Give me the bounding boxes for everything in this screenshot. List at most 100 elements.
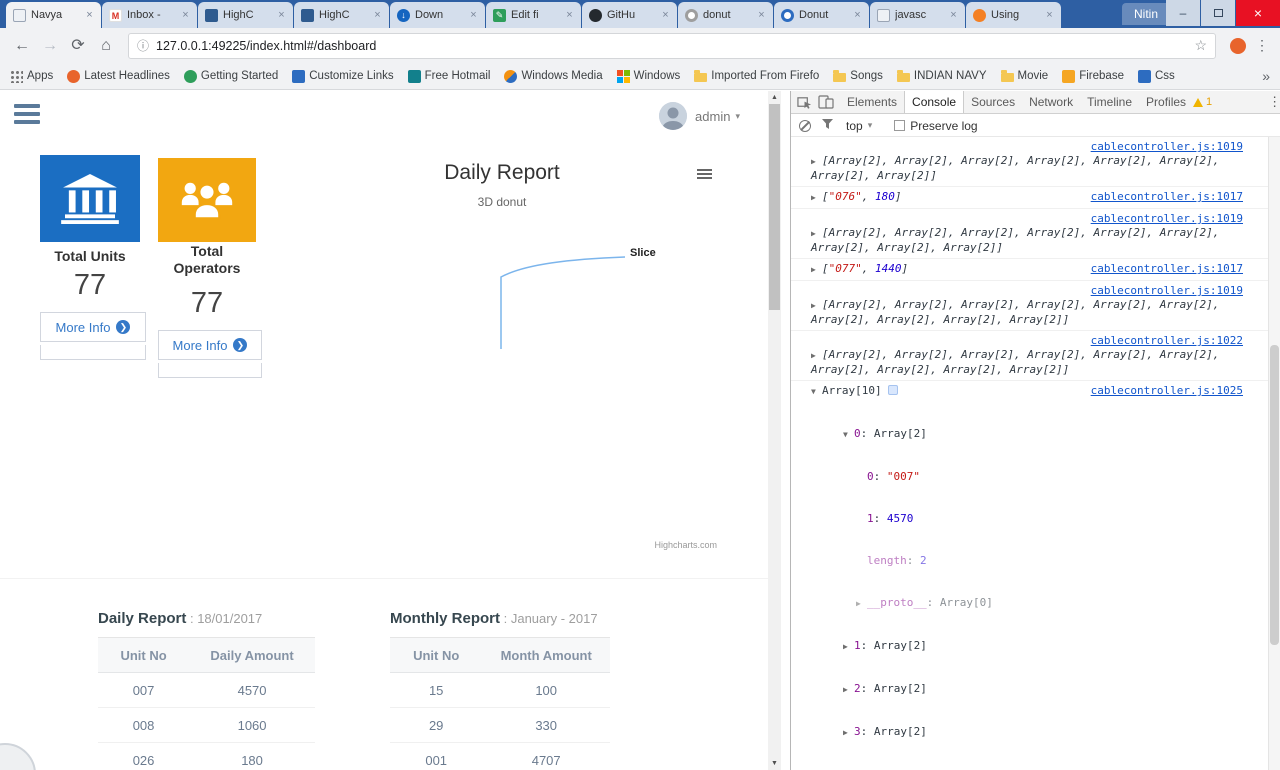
extension-icon[interactable] [1230,37,1246,54]
devtools-scrollbar[interactable] [1268,137,1280,770]
bookmark-windows-media[interactable]: Windows Media [504,69,603,83]
clear-console-icon[interactable] [799,119,811,132]
bookmark-firebase[interactable]: Firebase [1062,69,1124,83]
bookmark-getting-started[interactable]: Getting Started [183,69,278,83]
bookmark-windows[interactable]: Windows [616,69,680,83]
disclosure-triangle-icon[interactable] [843,428,854,442]
bookmarks-overflow-chevron[interactable]: » [1262,68,1270,84]
scrollbar-thumb[interactable] [769,104,780,310]
sidebar-toggle-button[interactable] [14,104,40,128]
console-source-link[interactable]: cablecontroller.js:1025 [1091,384,1243,398]
tab-close-icon[interactable]: × [1043,9,1056,22]
tree-property-row[interactable]: 0: Array[2] [811,427,1243,442]
home-button[interactable]: ⌂ [92,32,120,60]
object-state-icon[interactable] [887,385,898,395]
tab-close-icon[interactable]: × [179,9,192,22]
back-button[interactable]: ← [8,32,36,60]
disclosure-triangle-icon[interactable] [843,726,854,740]
bookmark-latest-headlines[interactable]: Latest Headlines [67,69,170,83]
disclosure-triangle-icon[interactable] [811,227,822,241]
devtools-tab-timeline[interactable]: Timeline [1080,91,1139,113]
scroll-up-arrow-icon[interactable] [768,91,781,104]
window-maximize-button[interactable] [1201,0,1235,26]
bookmark-apps[interactable]: Apps [10,69,53,83]
disclosure-triangle-icon[interactable] [843,640,854,654]
url-text[interactable]: 127.0.0.1:49225/index.html#/dashboard [156,39,1194,53]
execution-context-selector[interactable]: top [846,119,872,133]
disclosure-triangle-icon[interactable] [811,191,822,205]
bookmark-indian-navy[interactable]: INDIAN NAVY [896,70,987,82]
browser-tab-inbox[interactable]: Inbox - × [102,2,197,28]
filter-icon[interactable] [821,118,834,133]
tree-property-row[interactable]: 2: Array[2] [811,682,1243,697]
disclosure-triangle-icon[interactable] [811,299,822,313]
disclosure-triangle-icon[interactable] [811,349,822,363]
bookmark-movie[interactable]: Movie [1000,70,1048,82]
browser-tab-highcharts-2[interactable]: HighC × [294,2,389,28]
console-log-area[interactable]: cablecontroller.js:1019 [Array[2], Array… [791,137,1269,770]
scroll-down-arrow-icon[interactable] [768,757,781,770]
slice-data-label[interactable]: Slice [630,247,656,259]
scrollbar-thumb[interactable] [1270,345,1279,645]
disclosure-triangle-icon[interactable] [811,263,822,277]
disclosure-triangle-icon[interactable] [811,155,822,169]
corner-widget[interactable] [0,743,36,770]
tree-property-row[interactable]: length: 2 [811,554,1243,568]
tab-close-icon[interactable]: × [755,9,768,22]
bookmark-imported-from-firefox[interactable]: Imported From Firefo [694,70,819,82]
device-toolbar-icon[interactable] [818,95,834,109]
chart-context-menu-icon[interactable] [697,169,712,181]
console-source-link[interactable]: cablecontroller.js:1017 [1091,190,1243,204]
console-source-link[interactable]: cablecontroller.js:1019 [811,212,1243,226]
bookmark-songs[interactable]: Songs [833,70,883,82]
browser-tab-edit[interactable]: Edit fi × [486,2,581,28]
tree-property-row[interactable]: 3: Array[2] [811,725,1243,740]
browser-tab-downloads[interactable]: Down × [390,2,485,28]
devtools-tab-network[interactable]: Network [1022,91,1080,113]
browser-tab-stackoverflow[interactable]: Using × [966,2,1061,28]
tab-close-icon[interactable]: × [467,9,480,22]
browser-tab-donut-1[interactable]: donut × [678,2,773,28]
console-source-link[interactable]: cablecontroller.js:1019 [811,284,1243,298]
total-units-more-info-button[interactable]: More Info [40,312,146,342]
console-warning-badge[interactable]: 1 [1193,96,1212,108]
page-scrollbar[interactable] [768,91,781,770]
window-close-button[interactable]: × [1236,0,1280,26]
window-minimize-button[interactable]: – [1166,0,1200,26]
total-operators-more-info-button[interactable]: More Info [158,330,262,360]
tab-close-icon[interactable]: × [851,9,864,22]
page-info-icon[interactable]: ⓘ [137,37,149,54]
disclosure-triangle-icon[interactable] [856,597,867,611]
bookmark-customize-links[interactable]: Customize Links [292,69,394,83]
console-source-link[interactable]: cablecontroller.js:1017 [1091,262,1243,276]
bookmark-css[interactable]: Css [1137,69,1175,83]
address-bar[interactable]: ⓘ 127.0.0.1:49225/index.html#/dashboard … [128,32,1216,59]
browser-tab-github[interactable]: GitHu × [582,2,677,28]
preserve-log-checkbox[interactable] [894,120,906,131]
tab-close-icon[interactable]: × [563,9,576,22]
devtools-tab-profiles[interactable]: Profiles [1139,91,1193,113]
tab-close-icon[interactable]: × [275,9,288,22]
forward-button[interactable]: → [36,32,64,60]
devtools-tab-sources[interactable]: Sources [964,91,1022,113]
user-menu[interactable]: admin [659,102,740,130]
highcharts-credits[interactable]: Highcharts.com [600,540,717,550]
tree-property-row[interactable]: __proto__: Array[0] [811,596,1243,611]
tab-close-icon[interactable]: × [371,9,384,22]
bookmark-free-hotmail[interactable]: Free Hotmail [407,69,490,83]
console-source-link[interactable]: cablecontroller.js:1022 [811,334,1243,348]
browser-menu-icon[interactable]: ⋮ [1252,37,1272,54]
devtools-menu-icon[interactable]: ⋮ [1268,94,1280,110]
disclosure-triangle-icon[interactable] [843,683,854,697]
console-source-link[interactable]: cablecontroller.js:1019 [811,140,1243,154]
browser-tab-navya[interactable]: Navya × [6,2,101,28]
tab-close-icon[interactable]: × [83,9,96,22]
tree-property-row[interactable]: 1: Array[2] [811,639,1243,654]
bookmark-star-icon[interactable]: ☆ [1194,37,1207,54]
browser-tab-javascript[interactable]: javasc × [870,2,965,28]
reload-button[interactable]: ⟳ [64,32,92,60]
browser-tab-donut-2[interactable]: Donut × [774,2,869,28]
devtools-tab-console[interactable]: Console [904,91,965,113]
tab-close-icon[interactable]: × [659,9,672,22]
tree-property-row[interactable]: 1: 4570 [811,512,1243,526]
